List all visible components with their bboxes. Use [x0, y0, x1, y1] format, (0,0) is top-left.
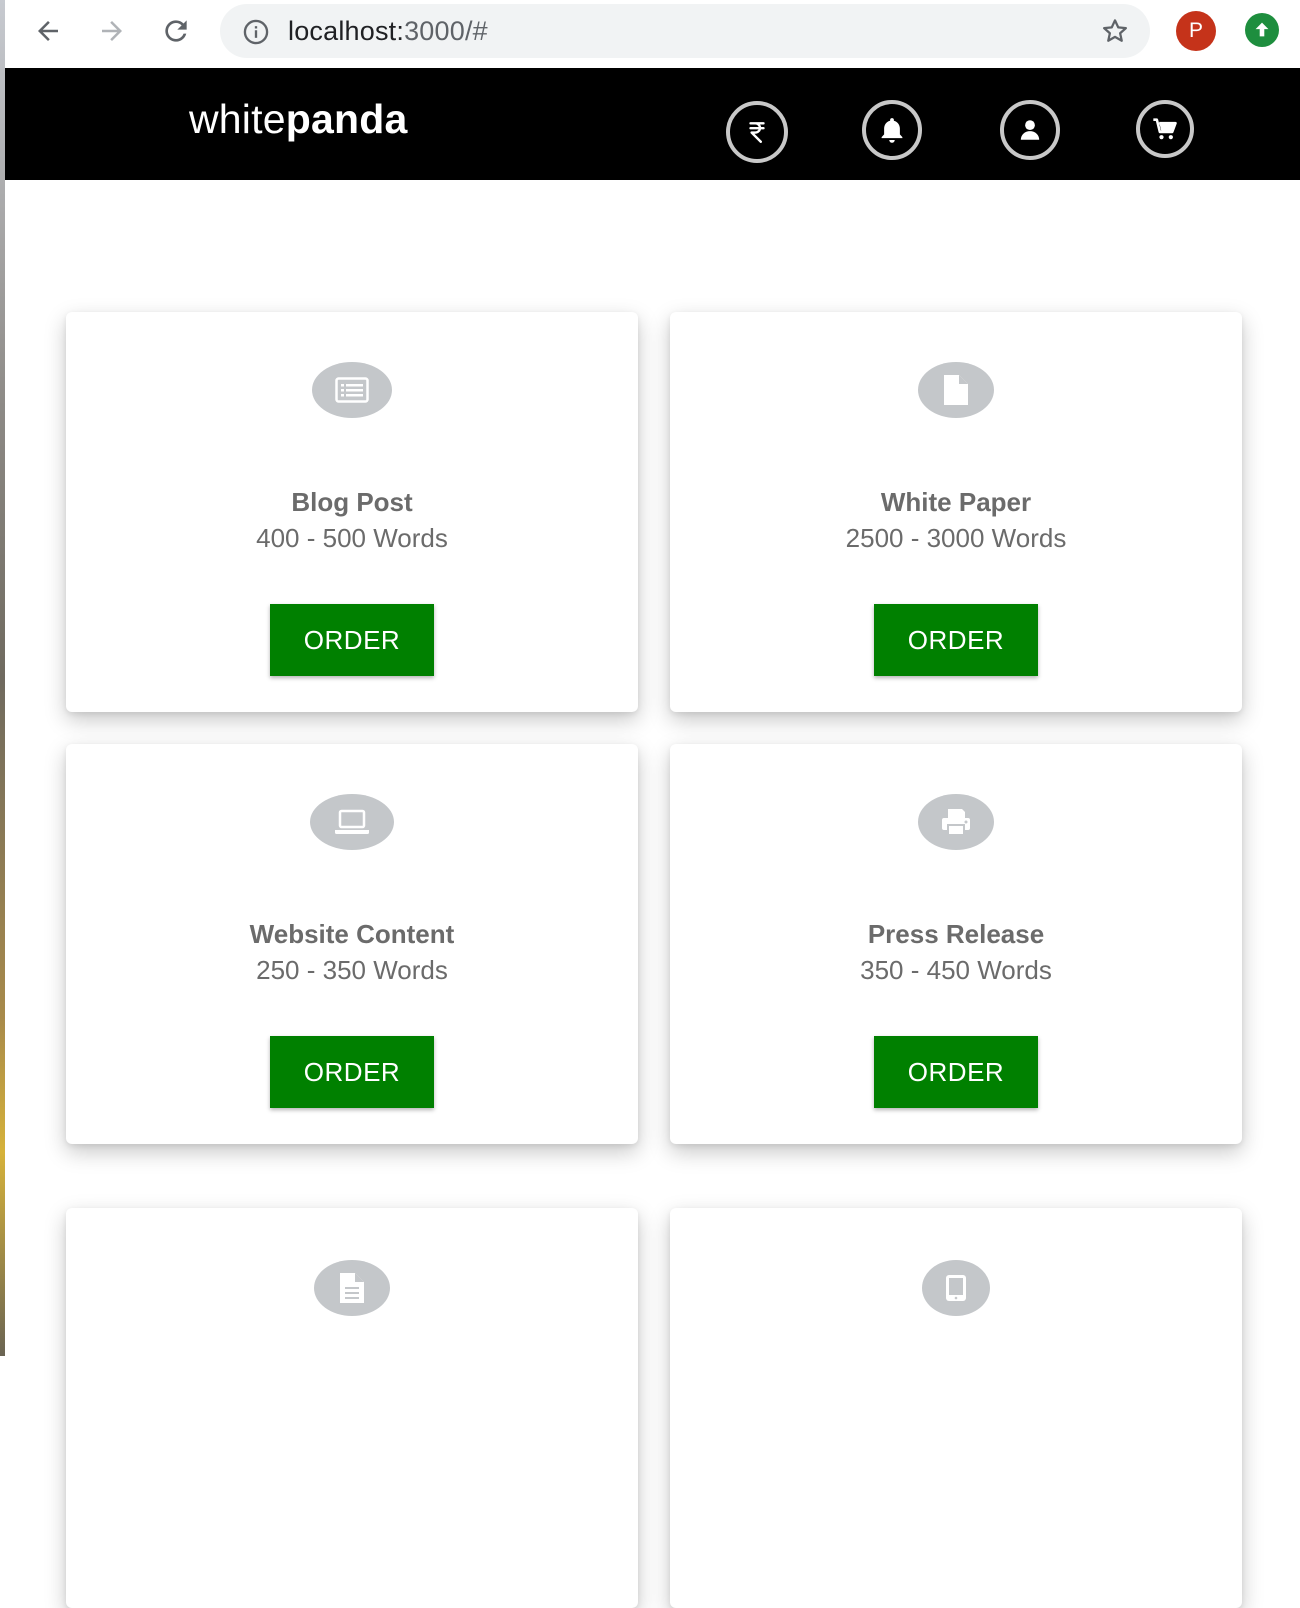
notifications-button[interactable]: [862, 100, 922, 160]
service-card-white-paper: White Paper 2500 - 3000 Words ORDER: [670, 312, 1242, 712]
url-text[interactable]: localhost:3000/#: [288, 16, 488, 47]
url-path: 3000/#: [404, 16, 488, 46]
desktop-background: [0, 0, 5, 1356]
card-title: Website Content: [249, 919, 455, 949]
card-title: White Paper: [880, 487, 1032, 517]
user-icon: [1020, 120, 1040, 140]
star-icon[interactable]: [1100, 16, 1130, 51]
card-title: Blog Post: [291, 487, 413, 517]
bell-icon: [881, 118, 903, 143]
card-title: Press Release: [867, 919, 1045, 949]
order-button[interactable]: ORDER: [270, 1036, 434, 1108]
brand-logo[interactable]: whitepanda: [189, 96, 407, 143]
card-word-count: 250 - 350 Words: [256, 955, 448, 985]
app-header: whitepanda: [5, 68, 1300, 180]
back-button[interactable]: [29, 12, 67, 50]
service-card-blog-post: Blog Post 400 - 500 Words ORDER: [66, 312, 638, 712]
update-icon[interactable]: [1245, 13, 1279, 47]
laptop-icon: [310, 794, 394, 850]
reload-button[interactable]: [157, 12, 195, 50]
card-word-count: 350 - 450 Words: [860, 955, 1052, 985]
service-card-website-content: Website Content 250 - 350 Words ORDER: [66, 744, 638, 1144]
arrow-right-icon: [102, 21, 122, 41]
account-button[interactable]: [1000, 100, 1060, 160]
cart-icon: [1153, 118, 1177, 140]
reload-icon: [165, 20, 187, 42]
rupee-icon: [749, 122, 765, 143]
order-button[interactable]: ORDER: [874, 604, 1038, 676]
brand-bold: panda: [285, 96, 408, 142]
profile-avatar[interactable]: P: [1176, 11, 1216, 51]
service-card-press-release: Press Release 350 - 450 Words ORDER: [670, 744, 1242, 1144]
card-word-count: 2500 - 3000 Words: [845, 523, 1067, 553]
tablet-icon: [922, 1260, 990, 1316]
service-card: [670, 1208, 1242, 1608]
brand-light: white: [189, 96, 286, 142]
order-button[interactable]: ORDER: [874, 1036, 1038, 1108]
file-icon: [918, 362, 994, 418]
printer-icon: [918, 794, 994, 850]
rupee-button[interactable]: [726, 101, 788, 163]
order-button[interactable]: ORDER: [270, 604, 434, 676]
document-text-icon: [314, 1260, 390, 1316]
address-bar[interactable]: localhost:3000/#: [220, 4, 1150, 58]
info-icon[interactable]: [242, 18, 270, 51]
list-icon: [312, 362, 392, 418]
browser-toolbar: localhost:3000/# P: [5, 0, 1300, 68]
card-word-count: 400 - 500 Words: [256, 523, 448, 553]
forward-button[interactable]: [93, 12, 131, 50]
service-card: [66, 1208, 638, 1608]
url-host: localhost:: [288, 16, 405, 46]
arrow-left-icon: [38, 21, 58, 41]
cart-button[interactable]: [1136, 100, 1194, 158]
